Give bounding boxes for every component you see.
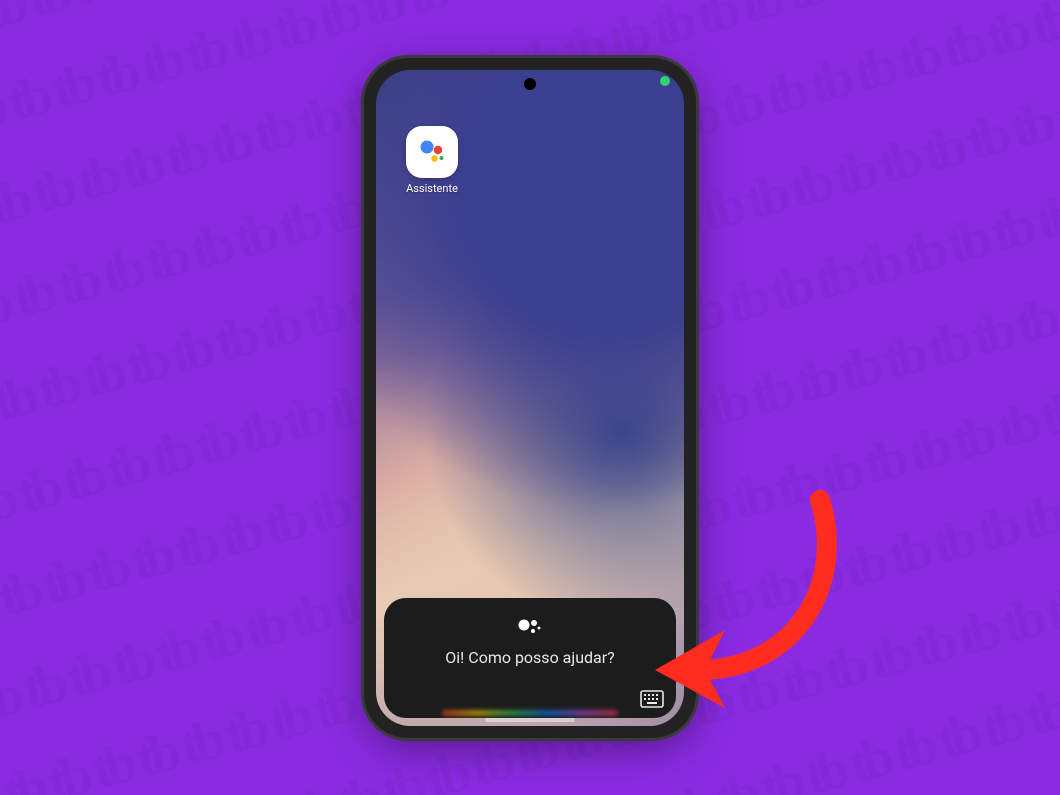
home-indicator[interactable]	[485, 718, 575, 722]
microphone-active-icon	[660, 76, 670, 86]
app-label: Assistente	[400, 182, 464, 195]
assistant-icon	[406, 126, 458, 178]
phone-screen: Assistente Oi! Como posso ajudar?	[376, 70, 684, 726]
assistant-glow	[442, 710, 617, 716]
tutorial-image: tbtbtbtbtbtbtbtbtbtbtbtbtbtbtbtbtbtbtbtb…	[0, 0, 1060, 795]
phone-frame: Assistente Oi! Como posso ajudar?	[364, 58, 696, 738]
assistant-prompt-card[interactable]: Oi! Como posso ajudar?	[384, 598, 676, 718]
assistant-app-shortcut[interactable]: Assistente	[400, 126, 464, 195]
front-camera	[524, 78, 536, 90]
assistant-logo-icon	[398, 616, 662, 636]
keyboard-input-button[interactable]	[640, 690, 664, 708]
assistant-greeting-text: Oi! Como posso ajudar?	[398, 648, 662, 667]
